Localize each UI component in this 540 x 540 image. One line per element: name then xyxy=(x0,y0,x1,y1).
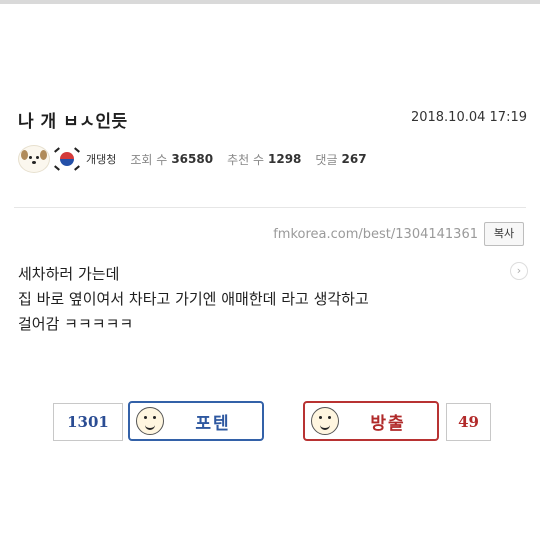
upvote-label: 포텐 xyxy=(195,413,231,434)
author-name[interactable]: 개댕청 xyxy=(86,151,116,167)
comments-count: 267 xyxy=(341,152,367,166)
trigram-bar xyxy=(54,147,60,153)
views-count: 36580 xyxy=(171,152,214,166)
post-title: 나 개 ㅂㅅ인듯 xyxy=(18,112,128,132)
body-line: 집 바로 옆이여서 차타고 가기엔 애매한데 라고 생각하고 xyxy=(18,290,369,308)
post-url[interactable]: fmkorea.com/best/1304141361 xyxy=(273,227,478,242)
downvote-button[interactable]: 방출 xyxy=(303,401,439,441)
face-icon xyxy=(136,407,164,435)
trigram-bar xyxy=(54,165,60,171)
copy-button[interactable]: 복사 xyxy=(484,222,524,246)
avatar-eye-left xyxy=(29,156,32,159)
face-eye xyxy=(153,416,156,419)
post-date: 2018.10.04 17:19 xyxy=(410,110,527,125)
face-eye xyxy=(328,416,331,419)
avatar-eye-right xyxy=(36,156,39,159)
avatar-ear-right xyxy=(40,150,47,160)
korea-flag-icon xyxy=(54,146,80,172)
chevron-right-icon[interactable]: › xyxy=(510,262,528,280)
top-strip xyxy=(0,0,540,4)
trigram-bar xyxy=(74,165,80,171)
downvote-label: 방출 xyxy=(370,413,406,434)
comments-label: 댓글 xyxy=(315,152,338,167)
body-line: 걸어감 ㅋㅋㅋㅋㅋ xyxy=(18,315,134,333)
avatar[interactable] xyxy=(18,145,50,173)
face-mouth xyxy=(145,422,155,430)
avatar-nose xyxy=(32,161,36,164)
face-eye xyxy=(319,416,322,419)
views-label: 조회 수 xyxy=(130,152,168,167)
face-eye xyxy=(144,416,147,419)
body-line: 세차하러 가는데 xyxy=(18,265,120,283)
post-body: 세차하러 가는데 집 바로 옆이여서 차타고 가기엔 애매한데 라고 생각하고 … xyxy=(18,262,369,337)
face-icon xyxy=(311,407,339,435)
upvote-button[interactable]: 포텐 xyxy=(128,401,264,441)
trigram-bar xyxy=(74,147,80,153)
post-meta: 개댕청 조회 수 36580 추천 수 1298 댓글 267 xyxy=(18,145,381,173)
face-mouth xyxy=(320,422,330,430)
upvote-count: 1301 xyxy=(53,403,123,441)
recommend-count: 1298 xyxy=(268,152,302,166)
downvote-count: 49 xyxy=(446,403,491,441)
avatar-ear-left xyxy=(21,150,28,160)
divider xyxy=(14,207,526,208)
recommend-label: 추천 수 xyxy=(227,152,264,167)
taegeuk-circle xyxy=(60,152,74,166)
